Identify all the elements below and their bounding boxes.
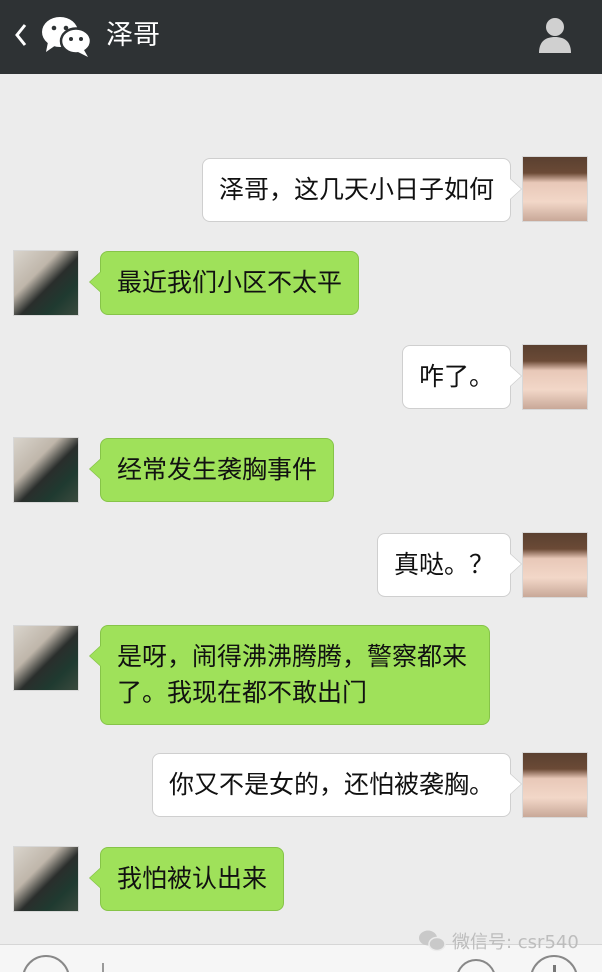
message-text: 最近我们小区不太平 bbox=[117, 268, 343, 297]
message-text: 咋了。 bbox=[418, 362, 494, 391]
avatar-contact[interactable] bbox=[13, 437, 79, 503]
message-text: 你又不是女的，还怕被袭胸。 bbox=[168, 770, 494, 799]
chevron-left-icon[interactable] bbox=[14, 22, 28, 48]
avatar-self[interactable] bbox=[522, 532, 588, 598]
message-text: 是呀，闹得沸沸腾腾，警察都来了。我现在都不敢出门 bbox=[117, 642, 468, 707]
emoji-button[interactable] bbox=[456, 959, 496, 972]
avatar-self[interactable] bbox=[522, 752, 588, 818]
message-bubble-outgoing[interactable]: 泽哥，这几天小日子如何 bbox=[201, 158, 523, 222]
avatar-self[interactable] bbox=[522, 344, 588, 410]
message-text: 真哒。？ bbox=[393, 550, 494, 579]
avatar-self[interactable] bbox=[522, 156, 588, 222]
message-bubble-incoming[interactable]: 经常发生袭胸事件 bbox=[88, 438, 335, 502]
message-bubble-outgoing[interactable]: 咋了。 bbox=[401, 345, 523, 409]
message-list[interactable]: 泽哥，这几天小日子如何 最近我们小区不太平 咋了。 经常发生袭胸事件 真哒。？ … bbox=[0, 74, 602, 944]
chat-header: 泽哥 bbox=[0, 0, 602, 74]
wechat-icon bbox=[419, 930, 446, 952]
message-bubble-incoming[interactable]: 最近我们小区不太平 bbox=[88, 251, 360, 315]
message-bubble-outgoing[interactable]: 你又不是女的，还怕被袭胸。 bbox=[151, 753, 523, 817]
watermark-text: 微信号: csr540 bbox=[452, 932, 579, 953]
message-text: 泽哥，这几天小日子如何 bbox=[218, 175, 494, 204]
message-bubble-incoming[interactable]: 是呀，闹得沸沸腾腾，警察都来了。我现在都不敢出门 bbox=[89, 625, 490, 725]
more-options-button[interactable] bbox=[530, 955, 578, 972]
message-text: 经常发生袭胸事件 bbox=[117, 455, 318, 484]
message-text: 我怕被认出来 bbox=[117, 864, 268, 893]
chat-title: 泽哥 bbox=[106, 20, 160, 51]
wechat-icon bbox=[42, 17, 93, 57]
message-bubble-incoming[interactable]: 我怕被认出来 bbox=[88, 847, 285, 911]
avatar-contact[interactable] bbox=[13, 250, 79, 316]
avatar-contact[interactable] bbox=[13, 846, 79, 912]
person-icon[interactable] bbox=[538, 16, 572, 54]
toolbar-divider bbox=[102, 963, 104, 972]
message-bubble-outgoing[interactable]: 真哒。？ bbox=[376, 533, 523, 597]
watermark: 微信号: csr540 bbox=[418, 928, 579, 954]
avatar-contact[interactable] bbox=[13, 625, 79, 691]
voice-input-button[interactable] bbox=[22, 955, 70, 972]
